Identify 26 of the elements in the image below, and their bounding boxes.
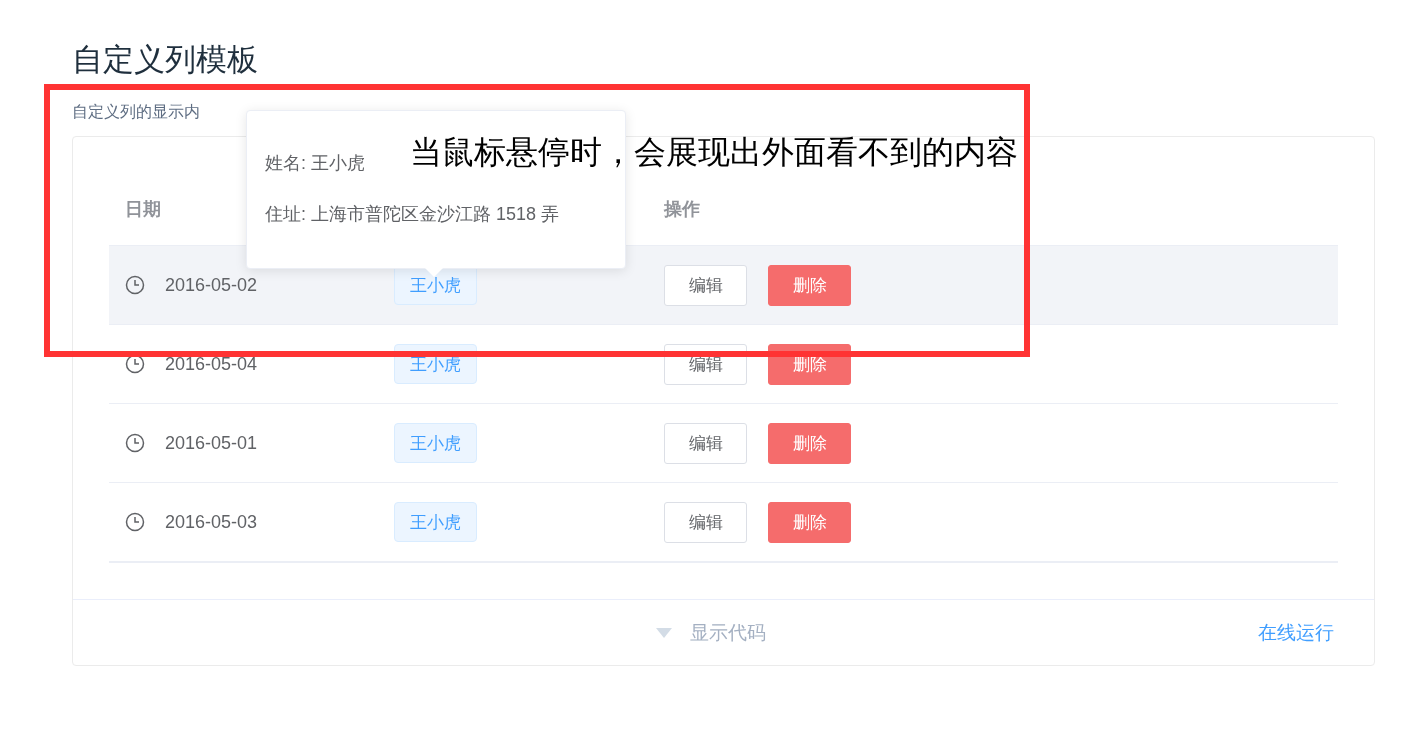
column-header: 操作 — [664, 198, 700, 221]
date-text: 2016-05-01 — [165, 432, 258, 454]
tooltip-text: 姓名: 王小虎 — [265, 152, 365, 175]
edit-button[interactable]: 编辑 — [664, 264, 747, 306]
name-tag[interactable]: 王小虎 — [394, 502, 477, 542]
delete-button[interactable]: 删除 — [768, 422, 851, 464]
name-tag[interactable]: 王小虎 — [394, 423, 477, 463]
edit-button[interactable]: 编辑 — [664, 501, 747, 543]
annotation-text: 当鼠标悬停时，会展现出外面看不到的内容 — [410, 133, 1018, 172]
page-title: 自定义列模板 — [72, 41, 259, 79]
date-text: 2016-05-04 — [165, 353, 258, 375]
show-code-toggle[interactable]: 显示代码 — [656, 619, 766, 646]
clock-icon — [125, 512, 145, 532]
edit-button[interactable]: 编辑 — [664, 422, 747, 464]
delete-button[interactable]: 删除 — [768, 264, 851, 306]
clock-icon — [125, 433, 145, 453]
run-online-link[interactable]: 在线运行 — [1258, 619, 1334, 646]
tooltip-text: 住址: 上海市普陀区金沙江路 1518 弄 — [265, 203, 560, 226]
column-header: 日期 — [125, 198, 161, 221]
date-text: 2016-05-03 — [165, 511, 258, 533]
clock-icon — [125, 354, 145, 374]
date-text: 2016-05-02 — [165, 274, 258, 296]
delete-button[interactable]: 删除 — [768, 501, 851, 543]
clock-icon — [125, 275, 145, 295]
caret-icon — [656, 627, 672, 638]
description-text: 自定义列的显示内 — [72, 102, 201, 122]
